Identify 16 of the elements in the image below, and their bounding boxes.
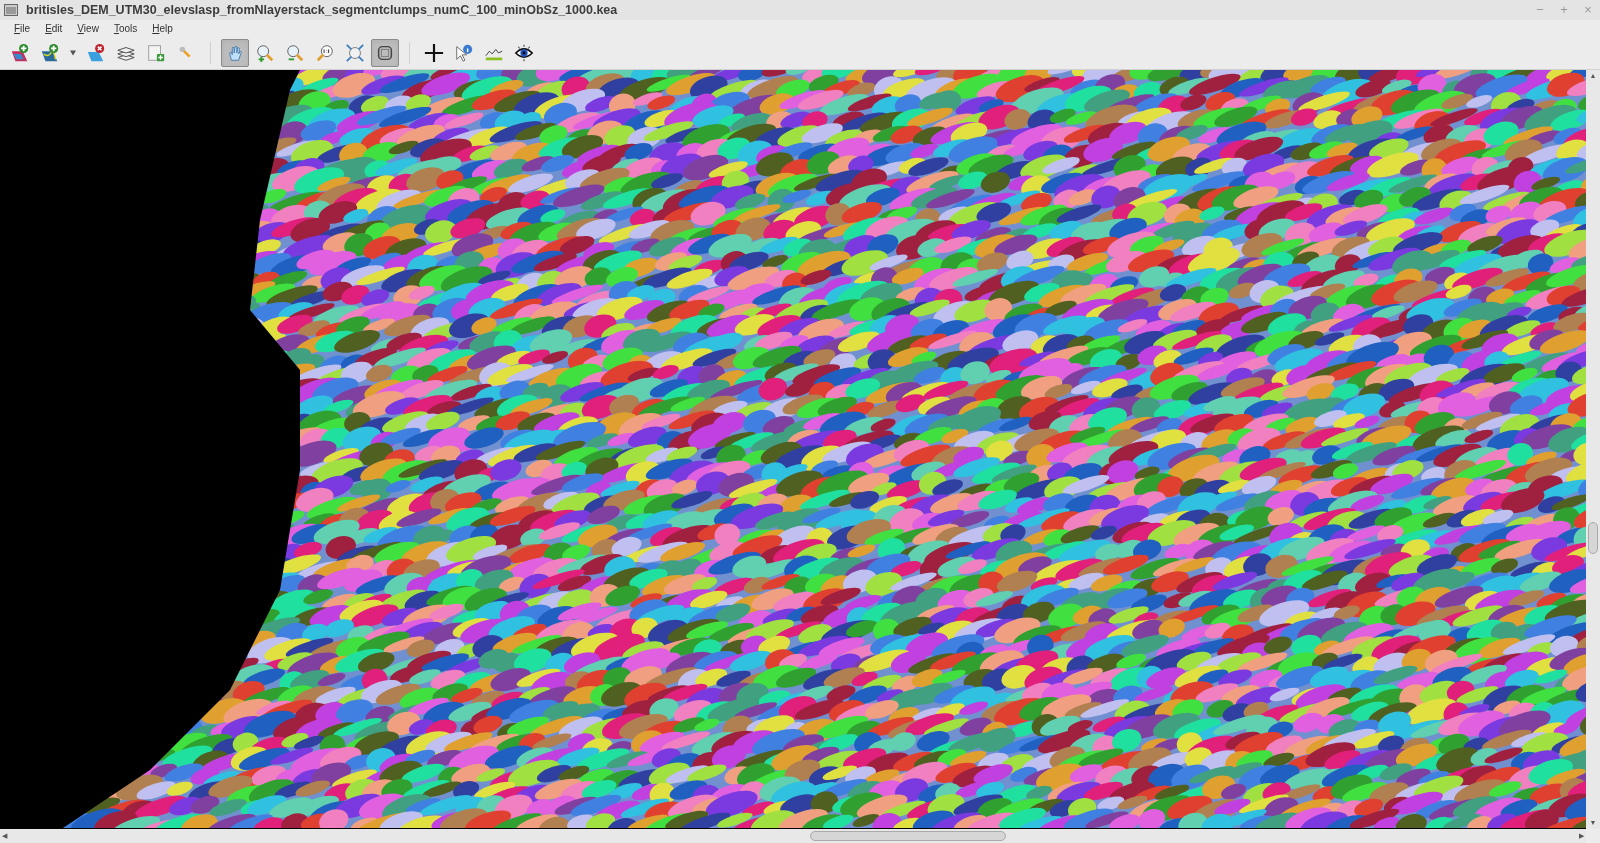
menu-item[interactable]: View (71, 20, 105, 36)
menu-item[interactable]: Help (146, 20, 179, 36)
window-title: britisles_DEM_UTM30_elevslasp_fromNlayerstack_segmentclumps_numC_100_minObSz_1000.kea (26, 1, 618, 19)
dropdown-arrow-icon (70, 49, 76, 56)
menu-item[interactable]: File (8, 20, 37, 36)
add-raster-icon (10, 41, 30, 64)
scrollbar-thumb[interactable] (1588, 521, 1598, 554)
menu-item[interactable]: Edit (39, 20, 69, 36)
remove-layer-icon (86, 41, 106, 64)
zoom-extent-icon (345, 41, 365, 64)
window-icon (4, 4, 18, 16)
crosshair-icon (424, 41, 444, 64)
toolbar-button[interactable] (371, 38, 399, 67)
add-vector-icon (40, 41, 60, 64)
scrollbar-thumb[interactable] (810, 831, 1006, 841)
menu-item[interactable]: Tools (107, 20, 144, 36)
